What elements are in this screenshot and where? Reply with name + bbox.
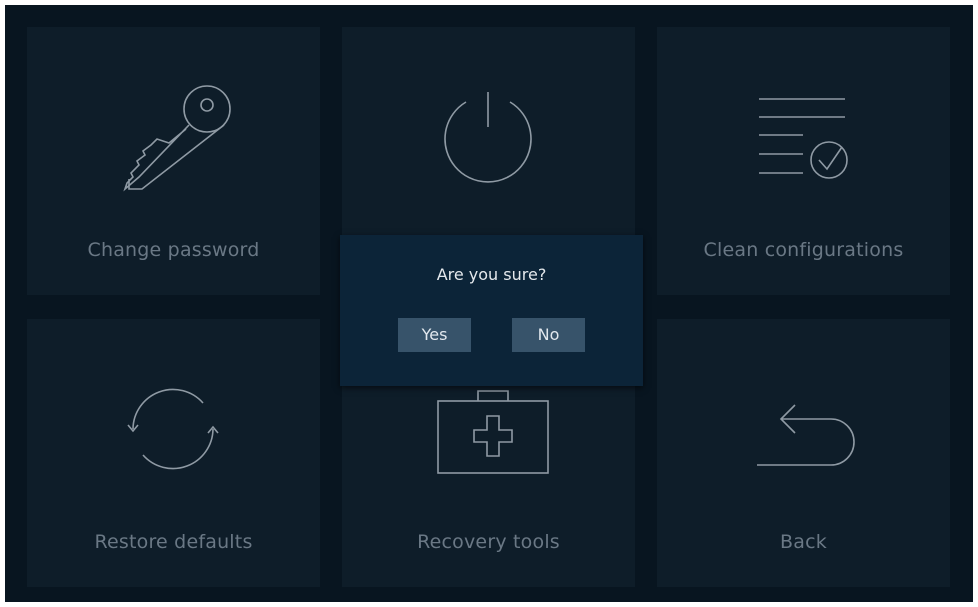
- power-icon: [444, 92, 532, 183]
- main-screen: Change password Clean configurations Res…: [5, 5, 973, 602]
- dialog-message: Are you sure?: [436, 265, 547, 284]
- key-icon: [123, 85, 231, 192]
- tile-label: Restore defaults: [94, 531, 253, 553]
- tile-label: Back: [780, 531, 827, 553]
- restore-defaults-tile[interactable]: Restore defaults: [27, 319, 320, 587]
- tile-label: Clean configurations: [703, 239, 904, 261]
- checklist-icon: [759, 98, 848, 179]
- tile-label: Change password: [87, 239, 260, 261]
- no-button[interactable]: No: [512, 318, 585, 352]
- change-password-tile[interactable]: Change password: [27, 27, 320, 295]
- yes-button[interactable]: Yes: [398, 318, 471, 352]
- clean-configurations-tile[interactable]: Clean configurations: [657, 27, 950, 295]
- back-tile[interactable]: Back: [657, 319, 950, 587]
- refresh-icon: [127, 388, 219, 470]
- confirm-dialog: Are you sure? Yes No: [340, 235, 643, 386]
- back-arrow-icon: [757, 404, 855, 466]
- tile-label: Recovery tools: [417, 531, 560, 553]
